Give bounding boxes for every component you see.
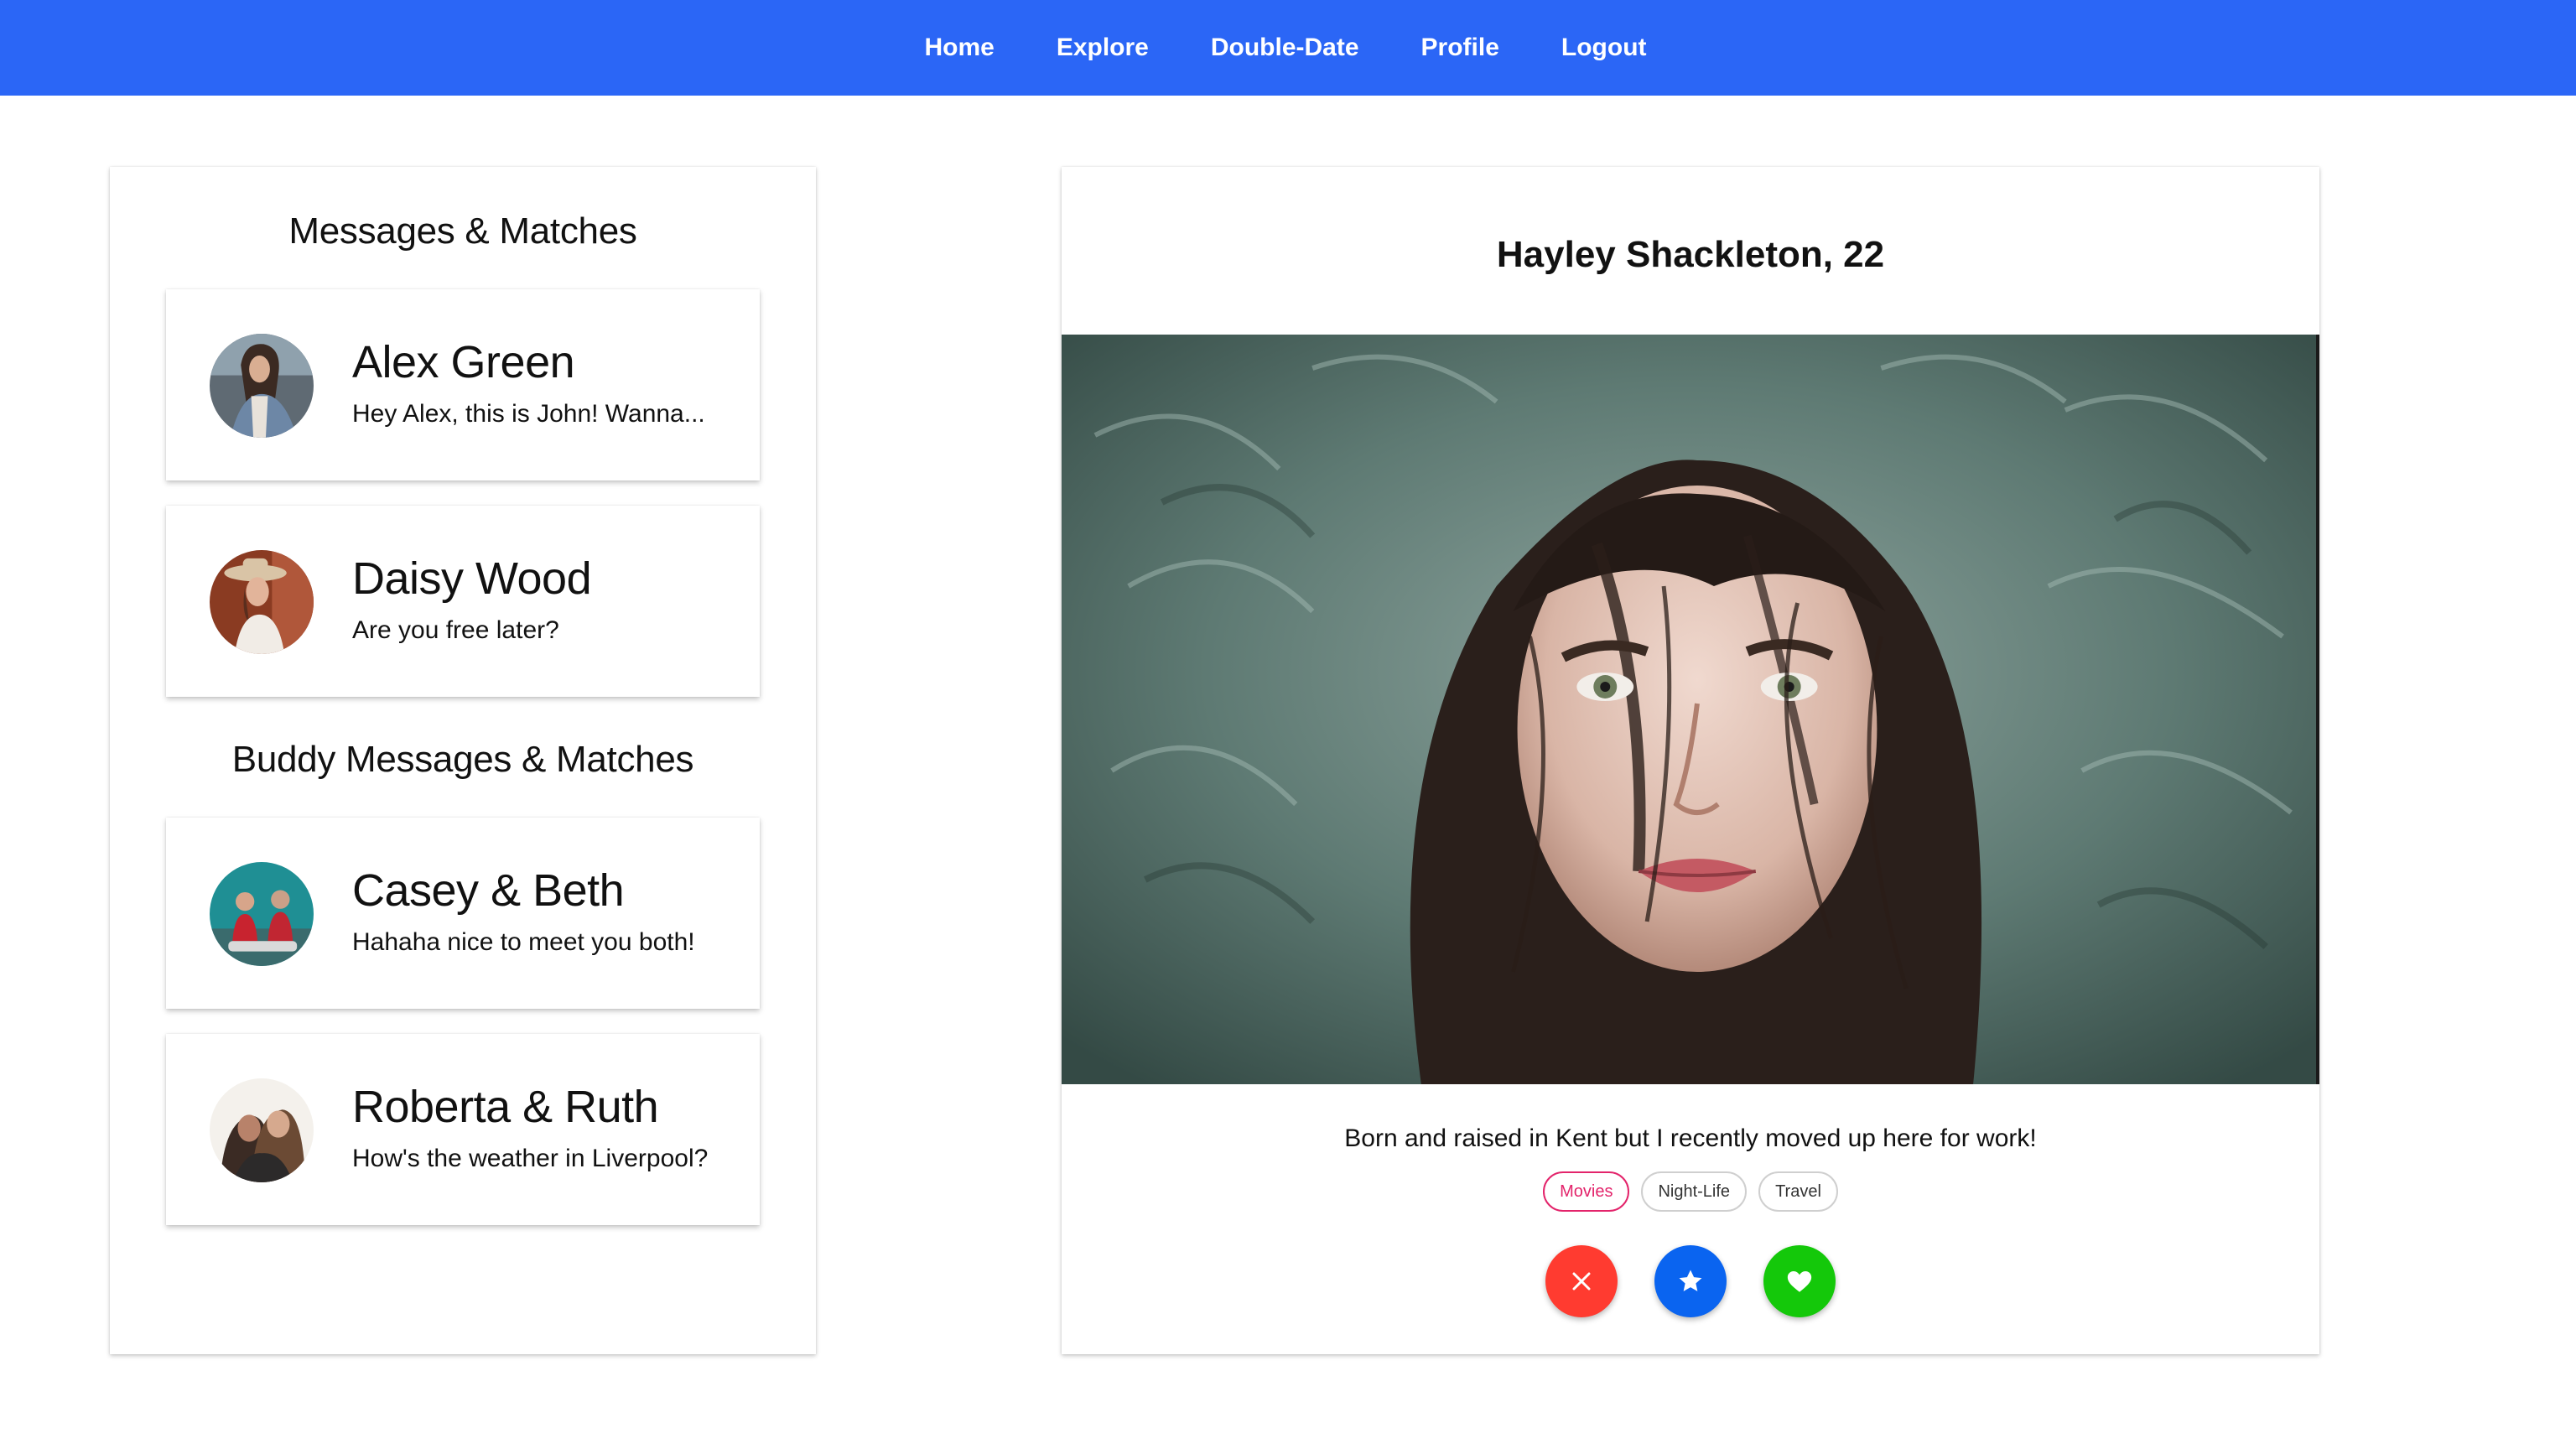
nav-link-home[interactable]: Home: [893, 34, 1025, 62]
close-icon: [1572, 1272, 1591, 1291]
heart-icon: [1787, 1270, 1812, 1292]
profile-photo: [1062, 335, 2319, 1084]
nav-link-double-date[interactable]: Double-Date: [1180, 34, 1390, 62]
like-button[interactable]: [1763, 1245, 1836, 1317]
tag-travel[interactable]: Travel: [1758, 1171, 1838, 1212]
profile-bio: Born and raised in Kent but I recently m…: [1344, 1124, 2037, 1152]
chat-card-roberta-ruth[interactable]: Roberta & Ruth How's the weather in Live…: [166, 1034, 760, 1225]
interest-tags: Movies Night-Life Travel: [1062, 1171, 2319, 1212]
chat-name: Alex Green: [352, 337, 575, 387]
chat-name: Roberta & Ruth: [352, 1082, 659, 1132]
dislike-button[interactable]: [1545, 1245, 1618, 1317]
tag-night-life[interactable]: Night-Life: [1641, 1171, 1748, 1212]
chat-name: Casey & Beth: [352, 865, 625, 916]
chat-preview: How's the weather in Liverpool?: [352, 1145, 709, 1172]
messages-section-title: Messages & Matches: [288, 210, 637, 252]
chat-preview: Hahaha nice to meet you both!: [352, 928, 695, 956]
messages-panel: Messages & Matches Alex Green Hey Alex, …: [110, 167, 816, 1354]
star-icon: [1679, 1270, 1702, 1291]
buddy-messages-section-title: Buddy Messages & Matches: [231, 739, 694, 780]
avatar: [210, 334, 314, 438]
tag-movies[interactable]: Movies: [1543, 1171, 1630, 1212]
nav-link-profile[interactable]: Profile: [1390, 34, 1530, 62]
top-navigation-bar: Home Explore Double-Date Profile Logout: [0, 0, 2576, 96]
swipe-actions: [1062, 1245, 2319, 1317]
chat-preview: Are you free later?: [352, 616, 559, 644]
super-like-button[interactable]: [1654, 1245, 1727, 1317]
avatar: [210, 550, 314, 654]
nav-links: Home Explore Double-Date Profile Logout: [893, 34, 1677, 62]
chat-preview: Hey Alex, this is John! Wanna...: [352, 400, 705, 428]
chat-card-daisy-wood[interactable]: Daisy Wood Are you free later?: [166, 506, 760, 697]
profile-name-age: Hayley Shackleton, 22: [1496, 234, 1885, 275]
nav-link-explore[interactable]: Explore: [1026, 34, 1180, 62]
profile-card: Hayley Shackleton, 22 Born and raised in…: [1062, 167, 2319, 1354]
nav-link-logout[interactable]: Logout: [1530, 34, 1678, 62]
chat-card-casey-beth[interactable]: Casey & Beth Hahaha nice to meet you bot…: [166, 818, 760, 1009]
avatar: [210, 862, 314, 966]
avatar: [210, 1078, 314, 1182]
chat-name: Daisy Wood: [352, 553, 592, 604]
chat-card-alex-green[interactable]: Alex Green Hey Alex, this is John! Wanna…: [166, 289, 760, 480]
